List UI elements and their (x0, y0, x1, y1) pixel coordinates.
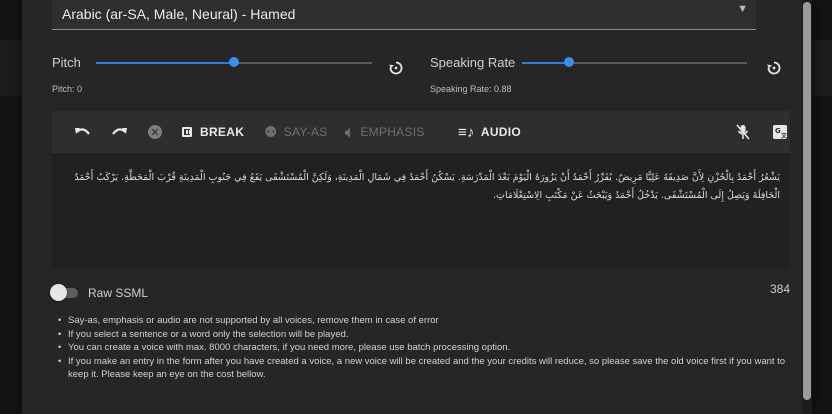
editor-text[interactable]: يَشْعُرُ أَحْمَدُ بِالْحُزْنِ لِأَنَّ صَ… (62, 169, 780, 205)
clear-icon: ✕ (148, 125, 162, 139)
pause-icon (182, 127, 192, 137)
scrollbar[interactable] (802, 0, 812, 414)
translate-button[interactable]: G 文 (772, 111, 788, 153)
chevron-down-icon: ▼ (737, 3, 748, 15)
voice-select[interactable]: Arabic (ar-SA, Male, Neural) - Hamed ▼ (52, 0, 756, 30)
redo-button[interactable] (110, 111, 128, 153)
mic-off-button[interactable] (736, 111, 750, 153)
undo-button[interactable] (74, 111, 92, 153)
say-as-label: SAY-AS (283, 125, 328, 139)
emphasis-label: EMPHASIS (360, 125, 425, 139)
rate-reset-icon[interactable] (766, 60, 782, 76)
record-voice-icon: ⚉ (264, 124, 278, 141)
pitch-slider-rest (234, 62, 372, 64)
pitch-slider-thumb[interactable] (229, 57, 239, 67)
pitch-slider-fill (96, 62, 234, 64)
audio-button[interactable]: ≡♪ AUDIO (458, 111, 521, 153)
raw-ssml-label: Raw SSML (88, 286, 149, 300)
voice-select-value: Arabic (ar-SA, Male, Neural) - Hamed (62, 6, 296, 22)
ssml-toolbar: ✕ BREAK ⚉ SAY-AS 🔈︎ EMPHASIS ≡♪ AUDIO G … (52, 111, 790, 153)
break-button[interactable]: BREAK (182, 111, 244, 153)
mic-off-icon (736, 124, 750, 140)
clear-button[interactable]: ✕ (148, 111, 162, 153)
emphasis-button[interactable]: 🔈︎ EMPHASIS (345, 111, 425, 153)
text-editor[interactable]: يَشْعُرُ أَحْمَدُ بِالْحُزْنِ لِأَنَّ صَ… (52, 153, 790, 269)
audio-icon: ≡♪ (458, 123, 475, 141)
scrollbar-thumb[interactable] (803, 2, 811, 400)
break-label: BREAK (200, 125, 245, 139)
rate-slider-fill (522, 62, 569, 64)
list-item: Say-as, emphasis or audio are not suppor… (58, 314, 788, 328)
list-item: If you make an entry in the form after y… (58, 355, 788, 382)
say-as-button[interactable]: ⚉ SAY-AS (264, 111, 328, 153)
rate-value: Speaking Rate: 0.88 (430, 84, 512, 94)
character-count: 384 (770, 282, 791, 296)
volume-icon: 🔈︎ (345, 123, 355, 141)
rate-slider-rest (569, 62, 747, 64)
pitch-label: Pitch (52, 55, 81, 70)
raw-ssml-toggle-knob[interactable] (50, 284, 67, 301)
tts-editor-dialog: Arabic (ar-SA, Male, Neural) - Hamed ▼ P… (22, 0, 812, 414)
info-notes: Say-as, emphasis or audio are not suppor… (58, 314, 788, 382)
pitch-value: Pitch: 0 (52, 84, 83, 94)
list-item: You can create a voice with max. 8000 ch… (58, 341, 788, 355)
rate-label: Speaking Rate (430, 55, 516, 70)
undo-icon (75, 128, 90, 135)
pitch-reset-icon[interactable] (388, 60, 404, 76)
audio-label: AUDIO (480, 125, 522, 139)
redo-icon (112, 128, 127, 135)
rate-slider-thumb[interactable] (564, 57, 574, 67)
translate-icon: G 文 (773, 125, 788, 140)
svg-text:文: 文 (780, 132, 788, 140)
list-item: If you select a sentence or a word only … (58, 328, 788, 342)
